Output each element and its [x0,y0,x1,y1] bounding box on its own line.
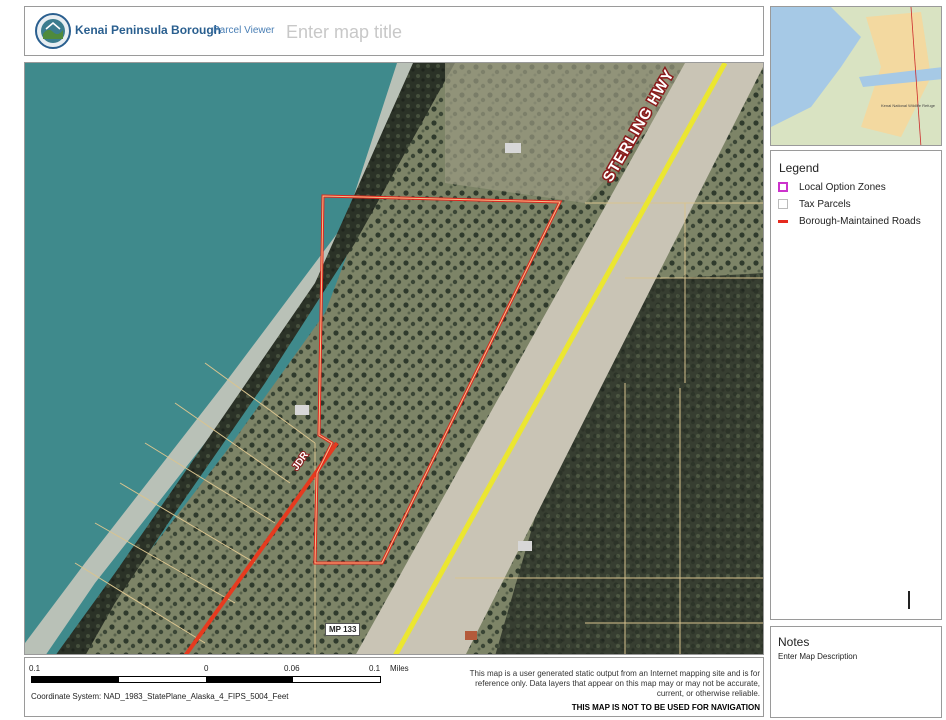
building [295,405,309,415]
legend-panel: Legend Local Option Zones Tax Parcels Bo… [770,150,942,620]
notes-panel: Notes Enter Map Description [770,626,942,718]
scale-bar [31,676,381,683]
borough-seal-logo [35,13,71,49]
legend-item-tax-parcels: Tax Parcels [778,197,851,211]
disclaimer-text: This map is a user generated static outp… [469,669,760,698]
north-arrow-icon [908,591,910,609]
scale-units: Miles [390,664,409,673]
overview-map[interactable]: Kenai National Wildlife Refuge [770,6,942,146]
scale-tick: 0.06 [284,664,300,673]
scale-tick: 0 [204,664,209,673]
legend-item-local-option-zones: Local Option Zones [778,180,886,194]
line-icon [778,219,788,223]
square-outline-icon [778,182,788,192]
map-header: Kenai Peninsula Borough Parcel Viewer En… [24,6,764,56]
app-name: Parcel Viewer [213,25,275,36]
map-view[interactable]: STERLING HWY JDR MP 133 [24,62,764,655]
legend-item-roads: Borough-Maintained Roads [778,214,921,228]
scale-tick: 0.1 [29,664,41,673]
navigation-warning: THIS MAP IS NOT TO BE USED FOR NAVIGATIO… [571,703,760,712]
org-name: Kenai Peninsula Borough [75,23,222,37]
legend-title: Legend [779,161,820,175]
refuge-label: Kenai National Wildlife Refuge [881,103,936,108]
notes-title: Notes [778,635,810,649]
milepost-label: MP 133 [325,623,361,636]
scale-tick: 0.1 [369,664,381,673]
map-title-input[interactable]: Enter map title [286,22,402,43]
scale-info-panel: 0.1 0 0.06 0.1 Miles Coordinate System: … [24,657,764,717]
building [518,541,532,551]
aerial-imagery: STERLING HWY JDR [25,63,763,654]
square-outline-icon [778,199,788,209]
building [465,631,477,640]
notes-description[interactable]: Enter Map Description [778,652,857,661]
coordinate-system: Coordinate System: NAD_1983_StatePlane_A… [31,692,289,701]
building [505,143,521,153]
overview-map-image: Kenai National Wildlife Refuge [771,7,941,145]
